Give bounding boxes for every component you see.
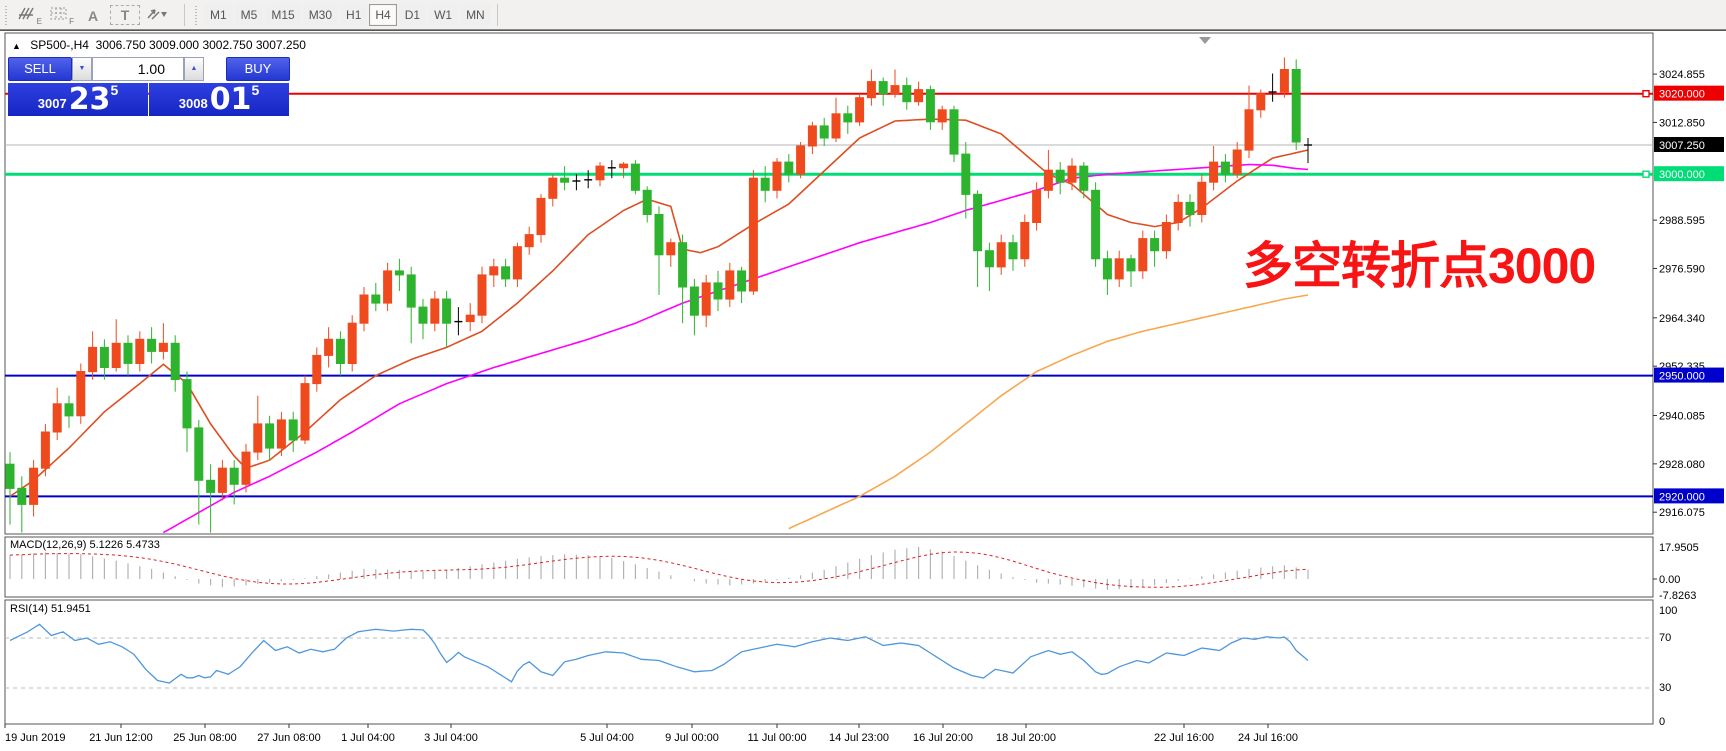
high-value: 3009.000 (149, 38, 199, 52)
svg-text:21 Jun 12:00: 21 Jun 12:00 (89, 732, 153, 744)
tf-w1[interactable]: W1 (428, 4, 458, 26)
chart-ohlc-title: ▲ SP500-,H4 3006.750 3009.000 3002.750 3… (12, 38, 306, 52)
tf-d1[interactable]: D1 (399, 4, 426, 26)
textbox-icon[interactable]: T (110, 5, 140, 25)
svg-text:2950.000: 2950.000 (1659, 371, 1705, 383)
chart-canvas[interactable]: 3024.855 3012.850 2988.595 2976.590 2964.340… (0, 31, 1726, 751)
sell-price-display[interactable]: 3007 23 5 (8, 83, 148, 116)
rsi-line (10, 624, 1308, 683)
svg-text:2988.595: 2988.595 (1659, 215, 1705, 227)
grid-template-icon[interactable]: F (46, 3, 76, 27)
svg-text:3024.855: 3024.855 (1659, 69, 1705, 81)
arrows-glyph (145, 6, 167, 22)
tf-m30[interactable]: M30 (303, 4, 338, 26)
svg-text:3020.000: 3020.000 (1659, 89, 1705, 101)
svg-text:3012.850: 3012.850 (1659, 117, 1705, 129)
svg-text:14 Jul 23:00: 14 Jul 23:00 (829, 732, 889, 744)
toolbar-separator (184, 4, 185, 26)
macd-values: 5.1226 5.4733 (89, 539, 159, 551)
toolbar-drag-handle[interactable] (3, 4, 10, 26)
text-label-icon[interactable]: A (78, 3, 108, 27)
rsi-name: RSI(14) (10, 603, 48, 615)
rsi-value: 51.9451 (51, 603, 91, 615)
trade-panel-spacer (204, 57, 226, 81)
tf-m1[interactable]: M1 (204, 4, 233, 26)
close-value: 3007.250 (256, 38, 306, 52)
macd-label: MACD(12,26,9) 5.1226 5.4733 (10, 539, 160, 551)
svg-text:17.9505: 17.9505 (1659, 542, 1699, 554)
hatch-chart-glyph (17, 6, 37, 22)
symbol-period-label: SP500-,H4 (30, 38, 89, 52)
svg-text:9 Jul 00:00: 9 Jul 00:00 (665, 732, 719, 744)
macd-signal-line (10, 552, 1308, 587)
svg-text:18 Jul 20:00: 18 Jul 20:00 (996, 732, 1056, 744)
svg-text:30: 30 (1659, 682, 1671, 694)
svg-text:5 Jul 04:00: 5 Jul 04:00 (580, 732, 634, 744)
collapse-trade-panel-icon[interactable]: ▲ (12, 41, 21, 51)
svg-text:25 Jun 08:00: 25 Jun 08:00 (173, 732, 237, 744)
svg-text:3007.250: 3007.250 (1659, 140, 1705, 152)
svg-text:0: 0 (1659, 716, 1665, 728)
svg-text:3000.000: 3000.000 (1659, 169, 1705, 181)
svg-text:22 Jul 16:00: 22 Jul 16:00 (1154, 732, 1214, 744)
medium-ma-line (163, 165, 1308, 533)
timeframes-drag-handle[interactable] (193, 4, 200, 26)
hline-handle (1643, 91, 1649, 97)
low-value: 3002.750 (202, 38, 252, 52)
svg-text:24 Jul 16:00: 24 Jul 16:00 (1238, 732, 1298, 744)
tf-h1[interactable]: H1 (340, 4, 367, 26)
hline-handle (1643, 171, 1649, 177)
svg-text:0.00: 0.00 (1659, 574, 1680, 586)
tf-m15[interactable]: M15 (265, 4, 300, 26)
chart-shift-marker-icon (1199, 37, 1211, 44)
svg-text:27 Jun 08:00: 27 Jun 08:00 (257, 732, 321, 744)
buy-price-small: 3008 (179, 94, 208, 114)
svg-text:2964.340: 2964.340 (1659, 313, 1705, 325)
one-click-trading-panel: SELL ▼ ▲ BUY 3007 23 5 3008 01 5 (8, 57, 292, 116)
sell-price-big: 23 (69, 86, 111, 114)
chart-annotation-text: 多空转折点3000 (1243, 241, 1595, 291)
chart-window: 3024.855 3012.850 2988.595 2976.590 2964.340… (0, 30, 1726, 750)
macd-panel-frame (5, 537, 1653, 597)
macd-name: MACD(12,26,9) (10, 539, 86, 551)
toolbar: E F A T M1 M5 M15 M30 H1 H4 D1 W1 MN (0, 0, 1726, 30)
volume-input[interactable] (92, 57, 184, 81)
svg-text:3 Jul 04:00: 3 Jul 04:00 (424, 732, 478, 744)
slow-ma-line (789, 295, 1308, 529)
svg-text:16 Jul 20:00: 16 Jul 20:00 (913, 732, 973, 744)
volume-increase-button[interactable]: ▲ (184, 57, 204, 81)
volume-decrease-button[interactable]: ▼ (72, 57, 92, 81)
toolbar-separator-2 (497, 4, 498, 26)
cursor-mode-icon[interactable] (142, 3, 178, 27)
rsi-panel-frame (5, 600, 1653, 724)
tf-mn[interactable]: MN (460, 4, 491, 26)
grid-glyph (49, 6, 69, 22)
svg-text:70: 70 (1659, 632, 1671, 644)
sell-price-small: 3007 (38, 94, 67, 114)
indicators-chart-icon[interactable]: E (14, 3, 44, 27)
svg-text:2940.085: 2940.085 (1659, 411, 1705, 423)
buy-price-big: 01 (210, 86, 252, 114)
buy-button[interactable]: BUY (226, 57, 290, 81)
tf-m5[interactable]: M5 (235, 4, 264, 26)
open-value: 3006.750 (96, 38, 146, 52)
tf-h4-active[interactable]: H4 (369, 4, 396, 26)
svg-text:2928.080: 2928.080 (1659, 459, 1705, 471)
svg-text:19 Jun 2019: 19 Jun 2019 (5, 732, 66, 744)
buy-price-sup: 5 (251, 84, 259, 96)
svg-text:11 Jul 00:00: 11 Jul 00:00 (747, 732, 806, 744)
svg-text:-7.8263: -7.8263 (1659, 590, 1696, 602)
svg-text:2916.075: 2916.075 (1659, 507, 1705, 519)
buy-price-display[interactable]: 3008 01 5 (149, 83, 289, 116)
sell-price-sup: 5 (110, 84, 118, 96)
rsi-label: RSI(14) 51.9451 (10, 603, 91, 615)
svg-text:1 Jul 04:00: 1 Jul 04:00 (341, 732, 395, 744)
sell-button[interactable]: SELL (8, 57, 72, 81)
svg-text:2920.000: 2920.000 (1659, 491, 1705, 503)
svg-text:100: 100 (1659, 605, 1677, 617)
svg-text:2976.590: 2976.590 (1659, 263, 1705, 275)
